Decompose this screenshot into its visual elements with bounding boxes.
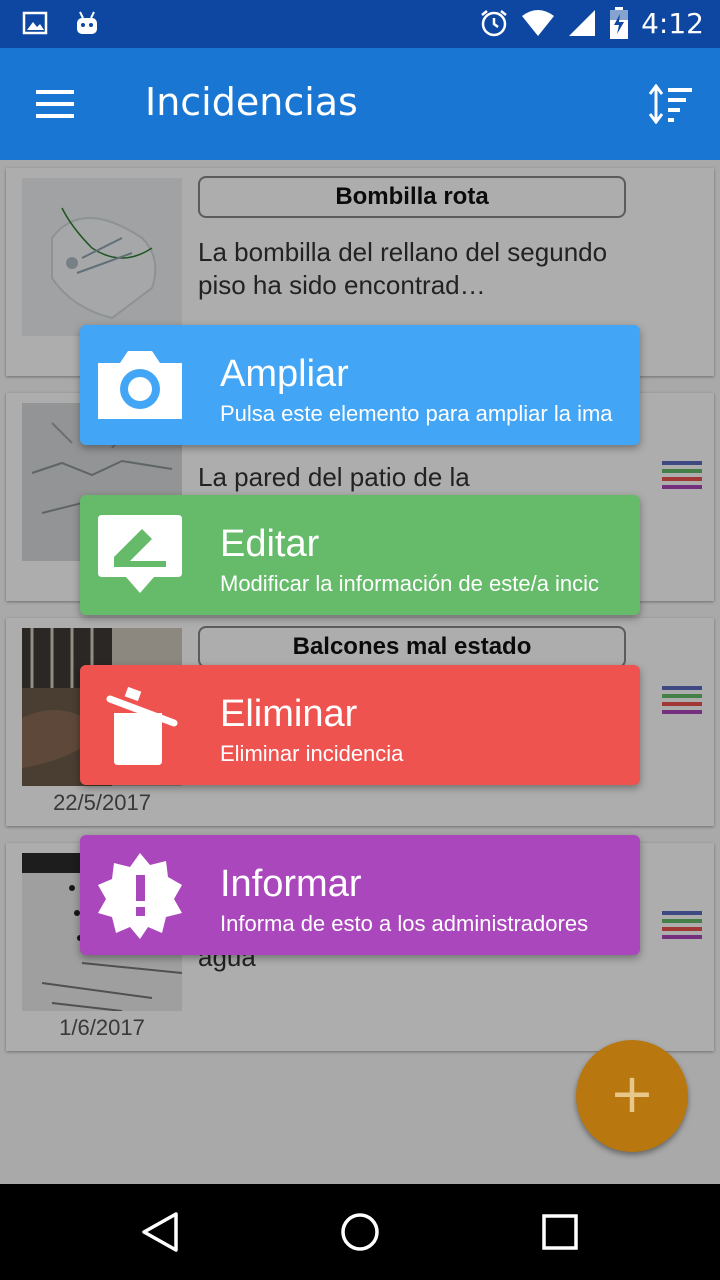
sort-icon[interactable] bbox=[648, 84, 694, 124]
option-ampliar[interactable]: Ampliar Pulsa este elemento para ampliar… bbox=[80, 325, 640, 445]
option-title: Eliminar bbox=[220, 693, 358, 735]
recents-icon[interactable] bbox=[538, 1210, 582, 1254]
option-subtitle: Pulsa este elemento para ampliar la ima bbox=[220, 401, 613, 426]
alert-badge-icon bbox=[98, 853, 182, 939]
status-bar: 4:12 bbox=[0, 0, 720, 48]
home-icon[interactable] bbox=[338, 1210, 382, 1254]
option-subtitle: Eliminar incidencia bbox=[220, 741, 404, 766]
option-eliminar[interactable]: Eliminar Eliminar incidencia bbox=[80, 665, 640, 785]
navigation-bar bbox=[0, 1184, 720, 1280]
option-title: Editar bbox=[220, 523, 320, 565]
back-icon[interactable] bbox=[138, 1210, 182, 1254]
option-informar[interactable]: Informar Informa de esto a los administr… bbox=[80, 835, 640, 955]
signal-icon bbox=[569, 10, 596, 36]
wifi-icon bbox=[522, 10, 555, 36]
trash-icon bbox=[106, 686, 178, 765]
option-subtitle: Modificar la información de este/a incic bbox=[220, 571, 600, 596]
option-title: Ampliar bbox=[220, 353, 349, 395]
alarm-icon bbox=[481, 10, 507, 37]
android-icon bbox=[77, 11, 97, 34]
add-incident-button[interactable]: + bbox=[576, 1040, 688, 1152]
edit-icon bbox=[98, 515, 182, 593]
option-title: Informar bbox=[220, 863, 362, 905]
option-editar[interactable]: Editar Modificar la información de este/… bbox=[80, 495, 640, 615]
app-bar: Incidencias bbox=[0, 48, 720, 160]
image-icon bbox=[22, 11, 48, 35]
battery-charging-icon bbox=[610, 7, 629, 39]
menu-icon[interactable] bbox=[36, 90, 76, 120]
camera-icon bbox=[98, 351, 182, 419]
page-title: Incidencias bbox=[145, 80, 358, 124]
status-time: 4:12 bbox=[641, 6, 704, 40]
option-subtitle: Informa de esto a los administradores bbox=[220, 911, 589, 936]
